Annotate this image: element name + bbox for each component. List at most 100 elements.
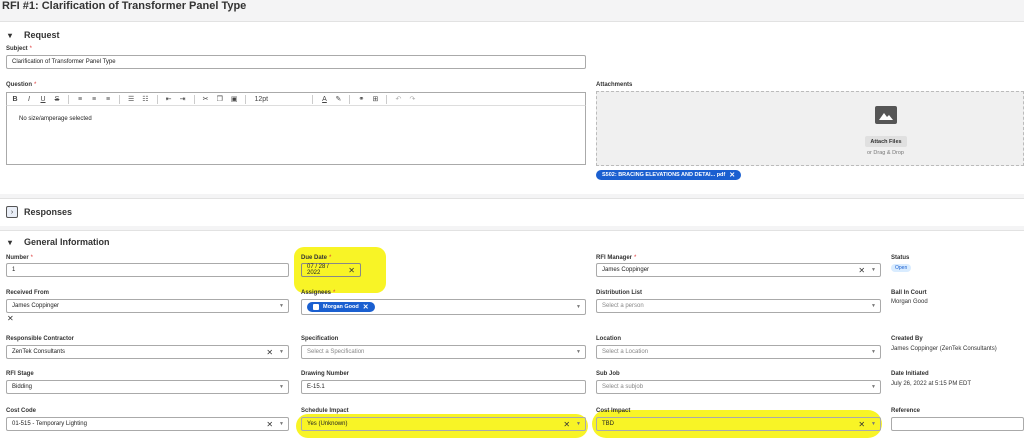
sub-job-label: Sub Job: [596, 371, 620, 377]
align-left-icon[interactable]: ≡: [77, 96, 83, 103]
chevron-down-icon[interactable]: ▼: [871, 384, 876, 390]
question-editor[interactable]: No size/amperage selected: [6, 106, 586, 165]
general-header[interactable]: ▾ General Information: [8, 237, 110, 247]
page-title: RFI #1: Clarification of Transformer Pan…: [2, 0, 247, 12]
chevron-down-icon[interactable]: ▼: [871, 303, 876, 309]
request-header[interactable]: ▾ Request: [8, 30, 60, 40]
chevron-down-icon[interactable]: ▼: [576, 421, 581, 427]
image-icon: [875, 106, 897, 124]
toolbar-divider: [68, 94, 69, 104]
chevron-down-icon[interactable]: ▼: [279, 349, 284, 355]
toolbar-divider: [386, 94, 388, 104]
chevron-down-icon[interactable]: ▼: [871, 267, 876, 273]
specification-select[interactable]: Select a Specification ▼: [301, 345, 586, 359]
cost-code-label: Cost Code: [6, 408, 36, 414]
clear-icon[interactable]: ✕: [266, 420, 273, 429]
undo-icon[interactable]: ↶: [395, 95, 402, 103]
table-icon[interactable]: ⊞: [372, 95, 379, 103]
responses-section: [0, 198, 1024, 226]
reference-label: Reference: [891, 408, 921, 414]
assignee-chip[interactable]: Morgan Good ✕: [307, 302, 375, 312]
reference-input[interactable]: [891, 417, 1024, 431]
chevron-down-icon[interactable]: ▼: [871, 349, 876, 355]
distribution-select[interactable]: Select a person ▼: [596, 299, 881, 313]
request-title: Request: [24, 30, 60, 40]
clear-icon[interactable]: ✕: [858, 266, 865, 275]
bullet-list-icon[interactable]: ☰: [128, 95, 134, 103]
general-title: General Information: [24, 237, 110, 247]
cost-code-select[interactable]: 01-515 - Temporary Lighting ✕ ▼: [6, 417, 289, 431]
subject-input[interactable]: Clarification of Transformer Panel Type: [6, 55, 586, 69]
redo-icon[interactable]: ↷: [409, 95, 416, 103]
paste-icon[interactable]: ▣: [231, 95, 238, 103]
created-by-label: Created By: [891, 336, 923, 342]
toolbar-divider: [119, 94, 120, 104]
chevron-down-icon: ▾: [8, 237, 13, 247]
location-label: Location: [596, 336, 621, 342]
toolbar-divider: [349, 94, 351, 104]
link-icon[interactable]: ⚭: [358, 95, 365, 103]
expand-responses-button[interactable]: ›: [6, 206, 18, 218]
number-input[interactable]: 1: [6, 263, 289, 277]
highlight-color-icon[interactable]: ✎: [335, 95, 342, 103]
schedule-impact-select[interactable]: Yes (Unknown) ✕ ▼: [301, 417, 586, 431]
checkbox-icon: [313, 304, 319, 310]
toolbar-divider: [312, 94, 314, 104]
attachments-label: Attachments: [596, 82, 633, 88]
chevron-down-icon[interactable]: ▼: [576, 349, 581, 355]
chevron-down-icon[interactable]: ▼: [279, 384, 284, 390]
close-icon[interactable]: ✕: [729, 171, 735, 179]
attachment-dropzone[interactable]: Attach Files or Drag & Drop: [596, 91, 1024, 166]
chevron-down-icon[interactable]: ▼: [279, 421, 284, 427]
clear-icon[interactable]: ✕: [563, 420, 570, 429]
location-select[interactable]: Select a Location ▼: [596, 345, 881, 359]
toolbar-divider: [245, 94, 247, 104]
due-date-label: Due Date *: [301, 255, 332, 261]
contractor-label: Responsible Contractor: [6, 336, 75, 342]
toolbar-divider: [193, 94, 195, 104]
copy-icon[interactable]: ❐: [217, 95, 223, 103]
distribution-label: Distribution List: [596, 290, 642, 296]
remove-assignee-icon[interactable]: ✕: [363, 303, 369, 311]
assignees-label: Assignees *: [301, 290, 336, 296]
rfi-manager-select[interactable]: James Coppinger ✕ ▼: [596, 263, 881, 277]
align-right-icon[interactable]: ≡: [105, 96, 111, 103]
clear-icon[interactable]: ✕: [858, 420, 865, 429]
align-center-icon[interactable]: ≡: [91, 96, 97, 103]
editor-toolbar: B I U S ≡ ≡ ≡ ☰ ☷ ⇤ ⇥ ✂ ❐ ▣ 12pt A ✎ ⚭ ⊞…: [6, 92, 586, 106]
font-size-select[interactable]: 12pt: [254, 96, 304, 103]
sub-job-select[interactable]: Select a subjob ▼: [596, 380, 881, 394]
number-label: Number *: [6, 255, 34, 261]
numbered-list-icon[interactable]: ☷: [142, 95, 148, 103]
cost-impact-select[interactable]: TBD ✕ ▼: [596, 417, 881, 431]
contractor-select[interactable]: ZenTek Consultants ✕ ▼: [6, 345, 289, 359]
underline-icon[interactable]: U: [40, 96, 46, 103]
attachment-chip[interactable]: S502: BRACING ELEVATIONS AND DETAI... pd…: [596, 170, 742, 180]
clear-received-from-icon[interactable]: ✕: [7, 314, 14, 323]
cut-icon[interactable]: ✂: [203, 95, 209, 103]
attach-files-button[interactable]: Attach Files: [865, 136, 907, 147]
drag-drop-hint: or Drag & Drop: [867, 150, 904, 156]
rfi-stage-label: RFI Stage: [6, 371, 34, 377]
strikethrough-icon[interactable]: S: [54, 96, 60, 103]
responses-header[interactable]: Responses: [24, 207, 72, 217]
bold-icon[interactable]: B: [12, 96, 18, 103]
italic-icon[interactable]: I: [26, 96, 32, 103]
indent-icon[interactable]: ⇥: [180, 95, 186, 103]
received-from-select[interactable]: James Coppinger ▼: [6, 299, 289, 313]
ball-in-court-label: Ball In Court: [891, 290, 927, 296]
specification-label: Specification: [301, 336, 339, 342]
chevron-down-icon[interactable]: ▼: [871, 421, 876, 427]
chevron-down-icon[interactable]: ▼: [576, 304, 581, 310]
clear-icon[interactable]: ✕: [266, 348, 273, 357]
rfi-stage-select[interactable]: Bidding ▼: [6, 380, 289, 394]
drawing-number-input[interactable]: E-15.1: [301, 380, 586, 394]
chevron-down-icon[interactable]: ▼: [279, 303, 284, 309]
due-date-input[interactable]: 07 / 28 / 2022 ✕: [301, 263, 361, 277]
outdent-icon[interactable]: ⇤: [166, 95, 172, 103]
clear-date-icon[interactable]: ✕: [348, 266, 355, 275]
subject-label: Subject *: [6, 46, 33, 52]
status-label: Status: [891, 255, 910, 261]
text-color-icon[interactable]: A: [321, 96, 327, 103]
received-from-label: Received From: [6, 290, 50, 296]
